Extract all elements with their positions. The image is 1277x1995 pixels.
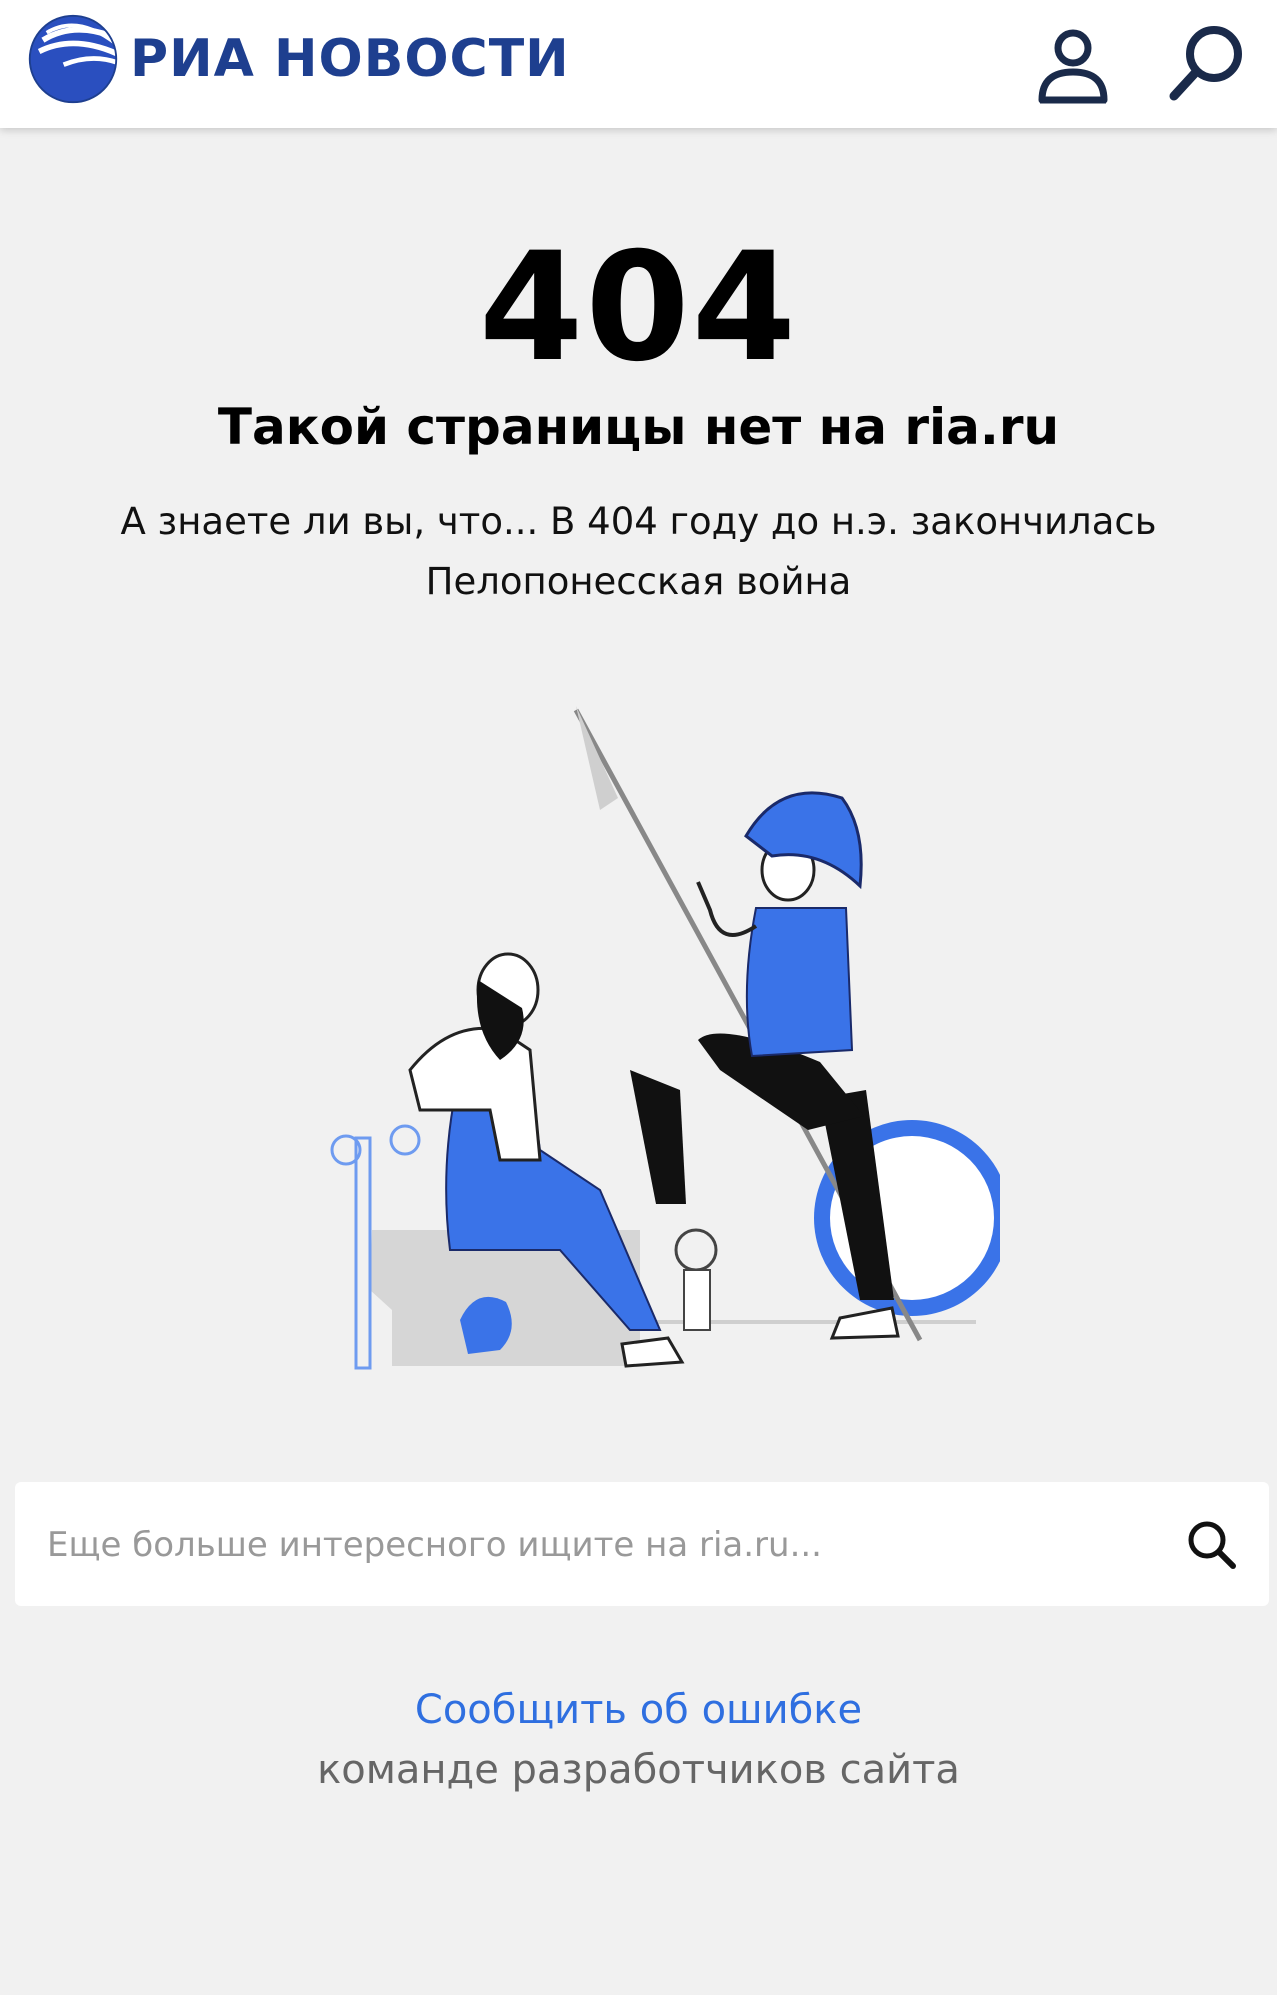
report-error-link[interactable]: Сообщить об ошибке xyxy=(0,1680,1277,1740)
error-title: Такой страницы нет на ria.ru xyxy=(217,398,1060,456)
logo-text: РИА НОВОСТИ xyxy=(130,29,570,89)
site-header: РИА НОВОСТИ xyxy=(0,0,1277,128)
greek-philosopher-and-warrior-illustration xyxy=(330,706,1000,1370)
site-logo[interactable]: РИА НОВОСТИ xyxy=(26,12,570,106)
search-bar xyxy=(15,1482,1269,1608)
search-input[interactable] xyxy=(45,1482,1149,1608)
report-error-caption: команде разработчиков сайта xyxy=(317,1747,960,1793)
ria-globe-icon xyxy=(28,14,119,104)
did-you-know-fact: А знаете ли вы, что... В 404 году до н.э… xyxy=(120,500,1157,603)
error-code: 404 xyxy=(478,221,799,395)
search-icon[interactable] xyxy=(1164,20,1250,106)
search-submit-icon[interactable] xyxy=(1183,1516,1239,1572)
user-icon[interactable] xyxy=(1030,20,1116,106)
